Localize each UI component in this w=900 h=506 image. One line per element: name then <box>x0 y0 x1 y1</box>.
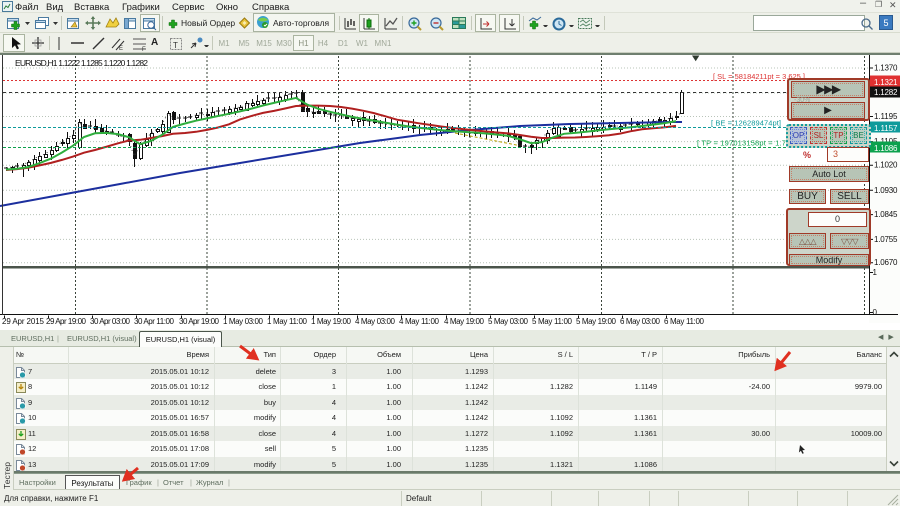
svg-text:E: E <box>119 46 123 51</box>
svg-text:1 May 19:00: 1 May 19:00 <box>311 317 352 326</box>
svg-text:29 Apr 2015: 29 Apr 2015 <box>2 317 45 326</box>
svg-text:4 May 19:00: 4 May 19:00 <box>444 317 485 326</box>
svg-text:4 May 03:00: 4 May 03:00 <box>355 317 396 326</box>
svg-text:5 May 19:00: 5 May 19:00 <box>576 317 617 326</box>
svg-text:F: F <box>142 47 146 51</box>
svg-text:6 May 03:00: 6 May 03:00 <box>620 317 661 326</box>
svg-text:29 Apr 19:00: 29 Apr 19:00 <box>46 317 87 326</box>
svg-text:5 May 11:00: 5 May 11:00 <box>532 317 573 326</box>
svg-text:6 May 11:00: 6 May 11:00 <box>664 317 705 326</box>
svg-text:1: 1 <box>873 268 878 277</box>
svg-text:4 May 11:00: 4 May 11:00 <box>399 317 440 326</box>
svg-text:30 Apr 11:00: 30 Apr 11:00 <box>134 317 175 326</box>
svg-text:1 May 11:00: 1 May 11:00 <box>267 317 308 326</box>
svg-text:T: T <box>173 41 178 50</box>
svg-text:30 Apr 03:00: 30 Apr 03:00 <box>90 317 131 326</box>
svg-text:30 Apr 19:00: 30 Apr 19:00 <box>179 317 220 326</box>
svg-text:5 May 03:00: 5 May 03:00 <box>488 317 529 326</box>
svg-text:0: 0 <box>873 308 878 317</box>
svg-text:1 May 03:00: 1 May 03:00 <box>223 317 264 326</box>
